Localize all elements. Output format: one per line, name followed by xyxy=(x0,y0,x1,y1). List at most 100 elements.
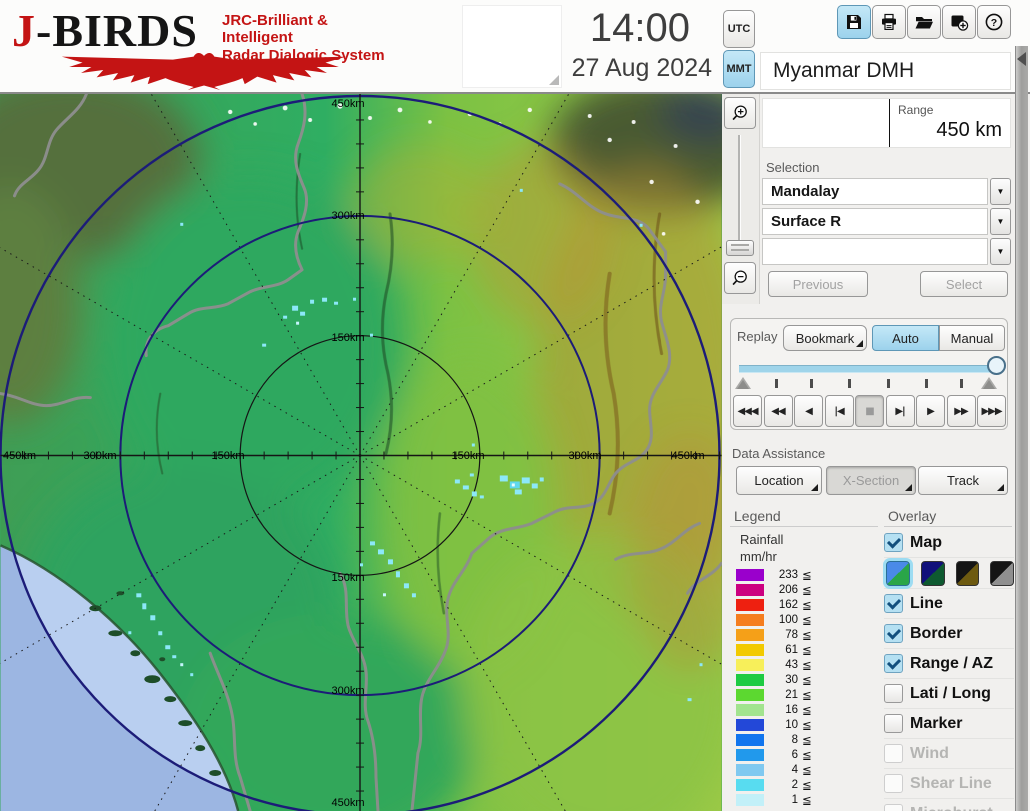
legend-color-swatch xyxy=(736,763,764,776)
dropdown-arrow-icon[interactable]: ▼ xyxy=(990,208,1011,235)
replay-panel: Replay Bookmark Auto Manual ◀◀◀ ◀◀ ◀ |◀ ■ ▶| ▶… xyxy=(730,318,1008,430)
leq-symbol: ≦ xyxy=(802,702,812,717)
dropdown-value-2[interactable]: Surface R xyxy=(762,208,988,235)
legend-row: 30 ≦ xyxy=(736,672,876,687)
map-style-swatch-4[interactable] xyxy=(990,560,1014,586)
legend-row: 206 ≦ xyxy=(736,582,876,597)
zoom-slider-track[interactable] xyxy=(738,135,741,253)
play-button[interactable]: ▶ xyxy=(916,395,945,427)
zoom-out-button[interactable] xyxy=(724,262,756,294)
step-back-button[interactable]: |◀ xyxy=(824,395,854,427)
checkbox-range-az[interactable] xyxy=(884,654,903,673)
selection-dropdown-2[interactable]: Surface R ▼ xyxy=(762,208,1011,235)
legend-row: 21 ≦ xyxy=(736,687,876,702)
x-section-button[interactable]: X-Section xyxy=(826,466,916,495)
fast-rewind-button[interactable]: ◀◀ xyxy=(763,395,793,427)
manual-button[interactable]: Manual xyxy=(939,325,1005,351)
save-button[interactable] xyxy=(837,5,871,39)
overlay-item-line[interactable]: Line xyxy=(884,589,1014,619)
overlay-item-wind[interactable]: Wind xyxy=(884,739,1014,769)
legend-row: 8 ≦ xyxy=(736,732,876,747)
clock-time: 14:00 xyxy=(589,6,690,50)
print-button[interactable] xyxy=(872,5,906,39)
jump-end-button[interactable]: ▶▶▶ xyxy=(977,395,1006,427)
fast-forward-button[interactable]: ▶▶ xyxy=(946,395,976,427)
panel-collapse-arrow-icon[interactable] xyxy=(1017,52,1026,66)
slider-tick xyxy=(887,379,890,388)
auto-button[interactable]: Auto xyxy=(872,325,939,351)
checkbox-lati-long[interactable] xyxy=(884,684,903,703)
print-icon xyxy=(882,13,896,31)
checkbox-microburst[interactable] xyxy=(884,804,903,811)
overlay-item-label: Map xyxy=(910,533,942,551)
slider-tick xyxy=(810,379,813,388)
radar-map[interactable]: 450km 300km 150km 150km 300km 450km 450km 300km… xyxy=(0,94,722,811)
mmt-button[interactable]: MMT xyxy=(723,50,755,88)
legend-row: 6 ≦ xyxy=(736,747,876,762)
zoom-in-button[interactable] xyxy=(724,97,756,129)
checkbox-border[interactable] xyxy=(884,624,903,643)
help-button[interactable]: ? xyxy=(977,5,1011,39)
replay-slider[interactable] xyxy=(739,365,997,373)
overlay-item-microburst[interactable]: Microburst xyxy=(884,799,1014,811)
screen-capture-button[interactable] xyxy=(942,5,976,39)
selection-dropdown-1[interactable]: Mandalay ▼ xyxy=(762,178,1011,205)
map-style-swatches xyxy=(884,558,1014,589)
checkbox-map[interactable] xyxy=(884,533,903,552)
check-icon xyxy=(886,625,901,640)
overlay-label: Overlay xyxy=(888,508,937,524)
dropdown-value-3[interactable] xyxy=(762,238,988,265)
previous-button[interactable]: Previous xyxy=(768,271,868,297)
leq-symbol: ≦ xyxy=(802,732,812,747)
slider-start-marker-icon[interactable] xyxy=(735,377,751,389)
jbirds-logo: J-BIRDS JRC-Brilliant & Intelligent Rada… xyxy=(10,4,402,90)
zoom-slider-handle[interactable] xyxy=(726,240,754,256)
checkbox-line[interactable] xyxy=(884,594,903,613)
toolbar: ? xyxy=(837,5,1011,39)
replay-slider-handle[interactable] xyxy=(987,356,1006,375)
legend-row: 2 ≦ xyxy=(736,777,876,792)
overlay-item-range-az[interactable]: Range / AZ xyxy=(884,649,1014,679)
bookmark-button[interactable]: Bookmark xyxy=(783,325,867,351)
overlay-item-border[interactable]: Border xyxy=(884,619,1014,649)
select-button[interactable]: Select xyxy=(920,271,1008,297)
legend-value: 4 xyxy=(791,763,798,776)
utc-button[interactable]: UTC xyxy=(723,10,755,48)
legend-value: 6 xyxy=(791,748,798,761)
dropdown-arrow-icon[interactable]: ▼ xyxy=(990,238,1011,265)
legend-color-swatch xyxy=(736,613,764,626)
location-button[interactable]: Location xyxy=(736,466,822,495)
overlay-item-map[interactable]: Map xyxy=(884,528,1014,558)
stop-button[interactable]: ■ xyxy=(855,395,884,427)
selection-dropdown-3[interactable]: ▼ xyxy=(762,238,1011,265)
map-style-swatch-2[interactable] xyxy=(920,560,945,586)
legend-divider xyxy=(730,526,878,527)
legend-quantity: Rainfall xyxy=(740,532,784,547)
overlay-item-lati-long[interactable]: Lati / Long xyxy=(884,679,1014,709)
map-style-swatch-1[interactable] xyxy=(886,560,910,586)
panel-scrollbar[interactable] xyxy=(1015,46,1028,811)
location-button-label: Location xyxy=(754,473,804,488)
checkbox-marker[interactable] xyxy=(884,714,903,733)
overlay-item-marker[interactable]: Marker xyxy=(884,709,1014,739)
leq-symbol: ≦ xyxy=(802,672,812,687)
play-reverse-button[interactable]: ◀ xyxy=(794,395,823,427)
range-ring-label: 450km xyxy=(331,98,365,110)
track-button[interactable]: Track xyxy=(918,466,1008,495)
logo-tagline-line1: JRC-Brilliant & Intelligent xyxy=(222,12,328,47)
legend-value: 10 xyxy=(785,718,798,731)
dropdown-value-1[interactable]: Mandalay xyxy=(762,178,988,205)
eagle-icon xyxy=(61,52,347,90)
jump-start-button[interactable]: ◀◀◀ xyxy=(733,395,762,427)
slider-end-marker-icon[interactable] xyxy=(981,377,997,389)
leq-symbol: ≦ xyxy=(802,777,812,792)
map-style-swatch-3[interactable] xyxy=(955,560,980,586)
dropdown-arrow-icon[interactable]: ▼ xyxy=(990,178,1011,205)
step-forward-button[interactable]: ▶| xyxy=(885,395,915,427)
checkbox-wind[interactable] xyxy=(884,744,903,763)
overlay-item-shear-line[interactable]: Shear Line xyxy=(884,769,1014,799)
zoom-out-icon xyxy=(732,270,747,286)
open-folder-button[interactable] xyxy=(907,5,941,39)
checkbox-shear-line[interactable] xyxy=(884,774,903,793)
legend-color-swatch xyxy=(736,583,764,596)
